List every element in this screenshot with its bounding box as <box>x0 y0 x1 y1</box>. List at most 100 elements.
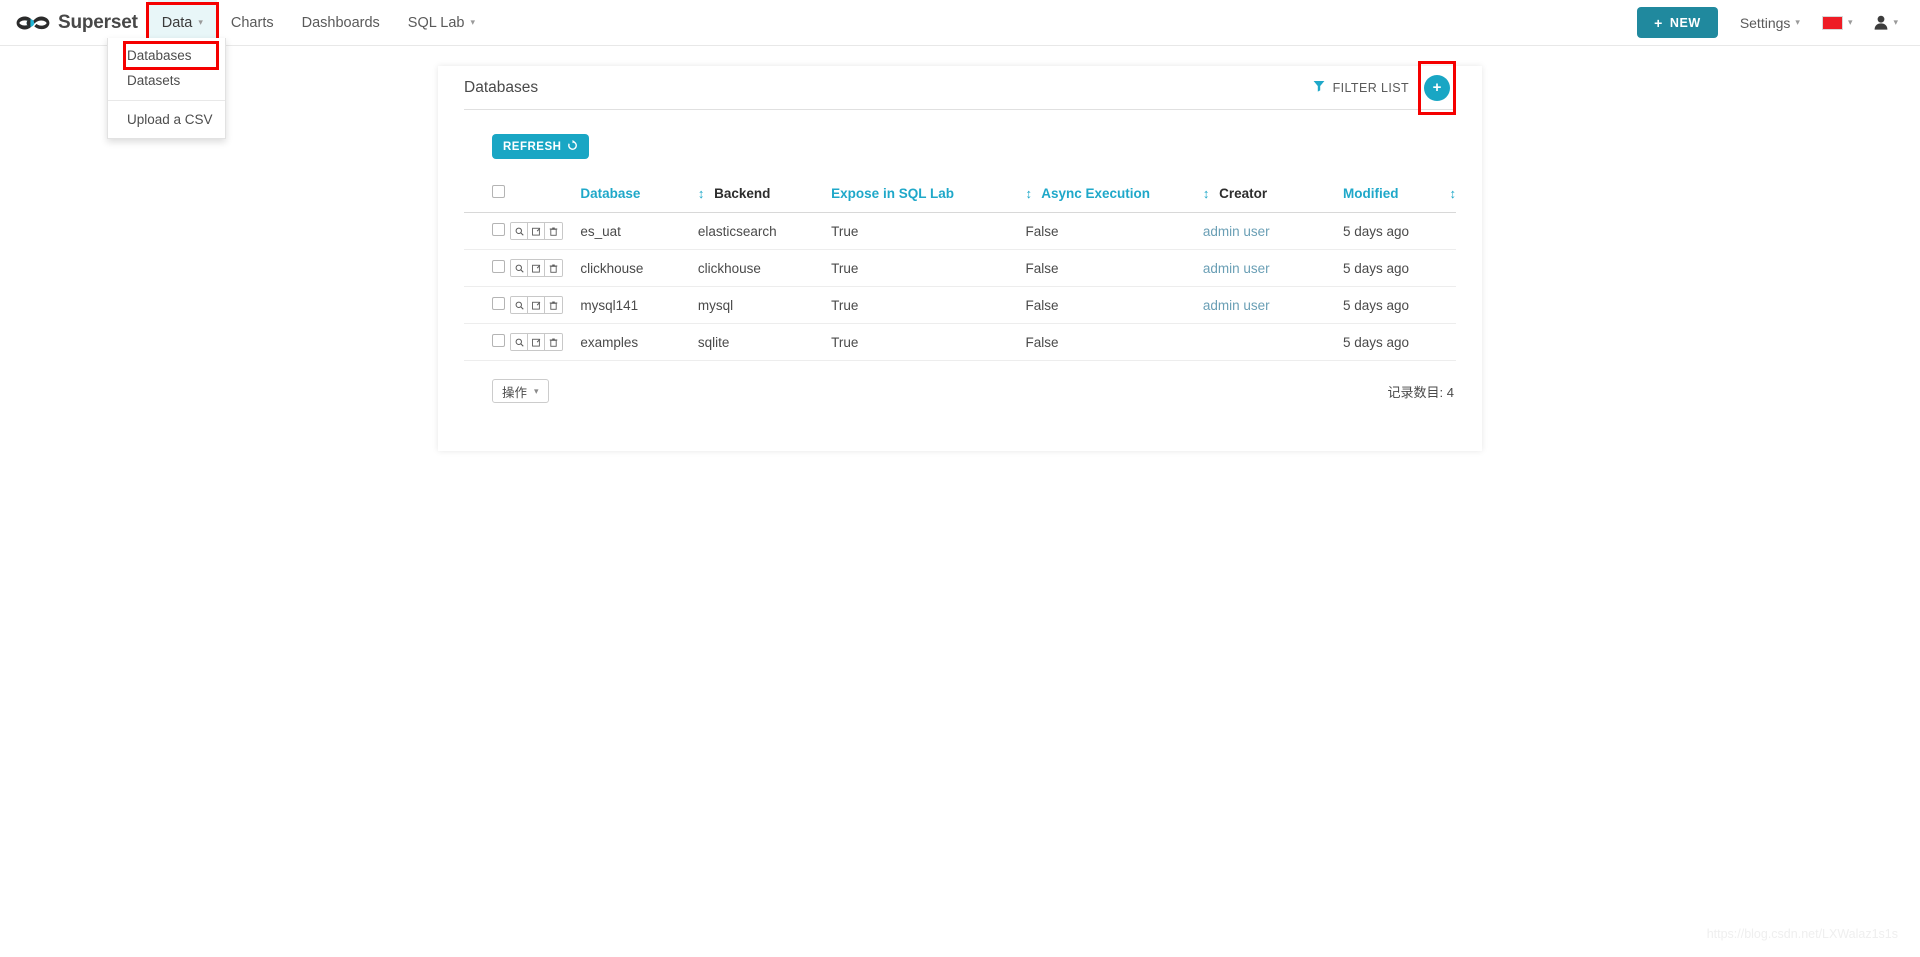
nav-item-dashboards[interactable]: Dashboards <box>288 0 394 46</box>
table-row: es_uat elasticsearch True False admin us… <box>464 212 1456 250</box>
delete-icon[interactable] <box>545 260 563 276</box>
filter-list-button[interactable]: FILTER LIST <box>1313 80 1409 95</box>
table-row: mysql141 mysql True False admin user 5 d… <box>464 286 1456 324</box>
record-count: 记录数目: 4 <box>1387 384 1454 400</box>
menu-item-databases-label: Databases <box>127 48 192 63</box>
settings-menu[interactable]: Settings ▾ <box>1740 15 1800 31</box>
panel-header: Databases FILTER LIST + <box>464 60 1456 115</box>
actions-header <box>510 179 581 213</box>
plus-circle-icon: + <box>1432 79 1442 96</box>
column-header-backend-label: Backend <box>714 186 771 201</box>
panel-header-actions: FILTER LIST + <box>1313 60 1456 115</box>
funnel-filter-icon <box>1313 80 1325 95</box>
cell-async: False <box>1025 286 1203 324</box>
settings-label: Settings <box>1739 14 1791 31</box>
cell-creator <box>1202 323 1343 361</box>
nav-item-charts[interactable]: Charts <box>217 0 288 46</box>
preview-icon[interactable] <box>511 334 529 350</box>
column-header-database[interactable]: Database <box>580 179 698 213</box>
sort-icon[interactable]: ↕ <box>698 186 705 201</box>
plus-icon: + <box>1654 14 1663 31</box>
cell-database: examples <box>580 323 698 361</box>
delete-icon[interactable] <box>545 334 563 350</box>
select-all-header <box>464 179 511 213</box>
row-checkbox[interactable] <box>492 334 505 347</box>
column-header-database-label: Database <box>580 186 641 201</box>
chevron-down-icon: ▾ <box>1795 17 1800 27</box>
creator-link[interactable]: admin user <box>1203 261 1270 276</box>
menu-item-upload-csv[interactable]: Upload a CSV <box>108 107 225 132</box>
row-actions-cell <box>510 323 581 361</box>
cell-backend: mysql <box>697 286 832 324</box>
row-actions-cell <box>510 212 581 250</box>
sort-icon[interactable]: ↕ <box>1450 186 1457 201</box>
language-menu[interactable]: ▾ <box>1821 15 1852 30</box>
menu-divider <box>108 100 225 101</box>
refresh-button-label: REFRESH <box>503 140 562 153</box>
cell-modified: 5 days ago <box>1342 249 1456 287</box>
china-flag-icon <box>1821 15 1843 30</box>
add-database-button[interactable]: + <box>1424 74 1450 101</box>
preview-icon[interactable] <box>511 223 529 239</box>
infinity-logo-icon <box>14 12 58 34</box>
edit-icon[interactable] <box>528 334 546 350</box>
chevron-down-icon: ▾ <box>198 17 203 27</box>
table-header: Database ↕ Backend Expose in SQL Lab ↕ A… <box>464 179 1456 213</box>
new-button[interactable]: + NEW <box>1637 7 1718 38</box>
new-button-label: NEW <box>1669 15 1701 30</box>
filter-list-label: FILTER LIST <box>1332 80 1409 95</box>
column-header-backend[interactable]: ↕ Backend <box>697 179 832 213</box>
column-header-async[interactable]: ↕ Async Execution <box>1025 179 1203 213</box>
column-header-expose[interactable]: Expose in SQL Lab <box>831 179 1026 213</box>
cell-backend: clickhouse <box>697 249 832 287</box>
cell-creator: admin user <box>1202 249 1343 287</box>
row-select-cell <box>464 212 511 250</box>
cell-database: mysql141 <box>580 286 698 324</box>
top-navbar: Superset Data ▾ Charts Dashboards SQL La… <box>0 0 1920 46</box>
edit-icon[interactable] <box>528 223 546 239</box>
table-toolbar: REFRESH <box>464 110 1456 173</box>
table-body: es_uat elasticsearch True False admin us… <box>464 212 1456 361</box>
bulk-operations-label: 操作 <box>502 385 528 400</box>
cell-expose: True <box>831 286 1026 324</box>
column-header-async-label: Async Execution <box>1041 186 1151 201</box>
select-all-checkbox[interactable] <box>492 185 505 198</box>
refresh-button[interactable]: REFRESH <box>492 134 590 159</box>
cell-modified: 5 days ago <box>1342 212 1456 250</box>
table-header-row: Database ↕ Backend Expose in SQL Lab ↕ A… <box>464 179 1456 213</box>
bulk-operations-button[interactable]: 操作 ▾ <box>492 379 549 403</box>
column-header-creator[interactable]: ↕ Creator <box>1202 179 1343 213</box>
nav-item-sql-lab-label: SQL Lab <box>407 14 465 31</box>
watermark: https://blog.csdn.net/LXWalaz1s1s <box>1706 927 1898 941</box>
cell-async: False <box>1025 323 1203 361</box>
databases-panel: Databases FILTER LIST + REFRESH Database… <box>438 60 1482 451</box>
sort-icon[interactable]: ↕ <box>1203 186 1210 201</box>
menu-item-datasets[interactable]: Datasets <box>108 68 225 93</box>
delete-icon[interactable] <box>545 297 563 313</box>
column-header-modified[interactable]: Modified ↕ <box>1342 179 1457 213</box>
row-checkbox[interactable] <box>492 223 505 236</box>
edit-icon[interactable] <box>528 260 546 276</box>
creator-link[interactable]: admin user <box>1203 298 1270 313</box>
nav-item-sql-lab[interactable]: SQL Lab ▾ <box>394 0 489 46</box>
preview-icon[interactable] <box>511 260 529 276</box>
menu-item-databases[interactable]: Databases <box>108 41 225 70</box>
row-select-cell <box>464 286 511 324</box>
sort-icon[interactable]: ↕ <box>1026 186 1033 201</box>
cell-expose: True <box>831 249 1026 287</box>
preview-icon[interactable] <box>511 297 529 313</box>
row-checkbox[interactable] <box>492 260 505 273</box>
cell-async: False <box>1025 212 1203 250</box>
nav-item-data-label: Data <box>161 14 193 31</box>
edit-icon[interactable] <box>528 297 546 313</box>
cell-expose: True <box>831 212 1026 250</box>
delete-icon[interactable] <box>545 223 563 239</box>
column-header-modified-label: Modified <box>1342 186 1399 201</box>
row-checkbox[interactable] <box>492 297 505 310</box>
cell-backend: sqlite <box>697 323 832 361</box>
add-database-wrapper: + <box>1418 60 1456 115</box>
databases-table: Database ↕ Backend Expose in SQL Lab ↕ A… <box>464 179 1456 361</box>
creator-link[interactable]: admin user <box>1203 224 1270 239</box>
table-row: clickhouse clickhouse True False admin u… <box>464 249 1456 287</box>
user-menu[interactable]: ▾ <box>1874 15 1898 30</box>
